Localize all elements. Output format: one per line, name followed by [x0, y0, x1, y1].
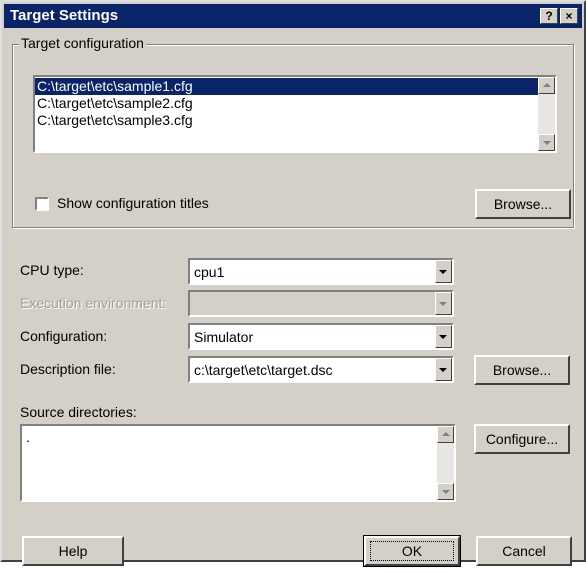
description-file-combo[interactable]: c:\target\etc\target.dsc [188, 356, 454, 383]
help-question-icon[interactable]: ? [540, 8, 558, 24]
cpu-type-label: CPU type: [20, 262, 84, 278]
source-directories-value: . [26, 429, 30, 445]
cpu-type-combo[interactable]: cpu1 [188, 258, 454, 285]
execution-environment-combo [188, 290, 454, 317]
description-file-value: c:\target\etc\target.dsc [194, 362, 333, 378]
cpu-type-value: cpu1 [194, 264, 225, 280]
description-file-browse-button[interactable]: Browse... [474, 355, 570, 385]
target-settings-dialog: Target Settings ? × Target configuration… [0, 0, 586, 567]
source-directories-textarea[interactable]: . [20, 424, 456, 502]
dialog-title: Target Settings [10, 7, 119, 24]
chevron-down-icon [439, 368, 447, 372]
configuration-label: Configuration: [20, 328, 108, 344]
help-button[interactable]: Help [22, 536, 124, 566]
description-file-label: Description file: [20, 361, 116, 377]
chevron-down-icon [439, 270, 447, 274]
configuration-combo[interactable]: Simulator [188, 323, 454, 350]
title-bar[interactable]: Target Settings ? × [4, 4, 582, 28]
config-browse-button[interactable]: Browse... [475, 189, 571, 219]
close-icon[interactable]: × [560, 8, 578, 24]
show-configuration-titles-label[interactable]: Show configuration titles [57, 195, 209, 211]
source-directories-label: Source directories: [20, 404, 137, 420]
chevron-down-icon [442, 490, 450, 494]
config-list-item[interactable]: C:\target\etc\sample2.cfg [35, 95, 538, 112]
configuration-value: Simulator [194, 329, 254, 345]
configure-button[interactable]: Configure... [474, 424, 570, 454]
configuration-dropdown-button[interactable] [435, 325, 452, 348]
source-directories-scrollbar[interactable] [437, 426, 454, 500]
target-configuration-legend: Target configuration [19, 35, 146, 51]
execution-environment-label: Execution environment: [20, 295, 167, 311]
config-list-items: C:\target\etc\sample1.cfg C:\target\etc\s… [35, 78, 538, 129]
chevron-down-icon [439, 335, 447, 339]
chevron-down-icon [439, 302, 447, 306]
chevron-down-icon [543, 141, 551, 145]
config-list-item[interactable]: C:\target\etc\sample3.cfg [35, 112, 538, 129]
ok-button[interactable]: OK [363, 535, 461, 567]
execution-environment-dropdown-button [435, 292, 452, 315]
config-list-item[interactable]: C:\target\etc\sample1.cfg [35, 78, 538, 95]
chevron-up-icon [442, 432, 450, 436]
scroll-down-button[interactable] [437, 483, 454, 500]
cancel-button[interactable]: Cancel [476, 536, 572, 566]
focus-rectangle [370, 541, 454, 561]
scroll-up-button[interactable] [437, 426, 454, 443]
description-file-dropdown-button[interactable] [435, 358, 452, 381]
target-configuration-group: Target configuration C:\target\etc\sampl… [12, 35, 574, 228]
config-list-scrollbar[interactable] [538, 77, 555, 151]
chevron-up-icon [543, 83, 551, 87]
target-configuration-list[interactable]: C:\target\etc\sample1.cfg C:\target\etc\s… [33, 75, 557, 153]
scroll-up-button[interactable] [538, 77, 555, 94]
show-configuration-titles-checkbox[interactable] [35, 197, 49, 211]
scroll-down-button[interactable] [538, 134, 555, 151]
cpu-type-dropdown-button[interactable] [435, 260, 452, 283]
